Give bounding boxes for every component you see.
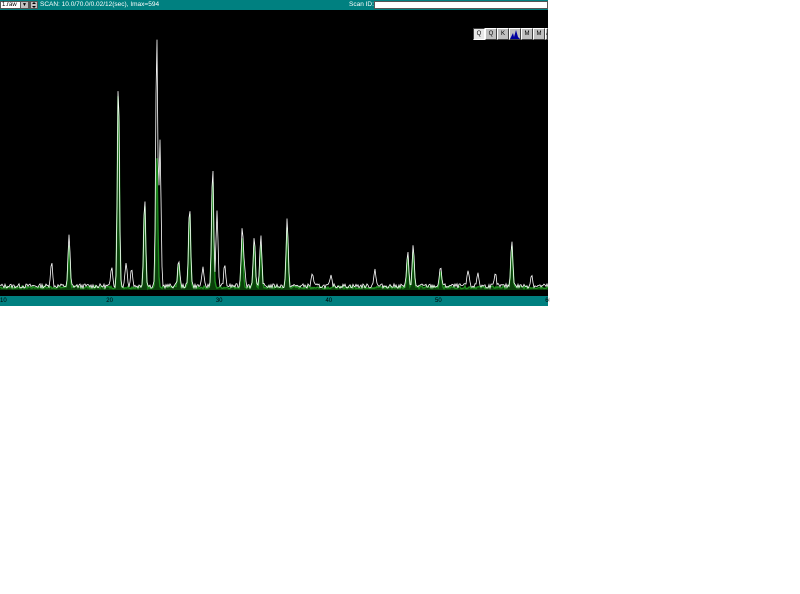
peak-point-0 <box>51 260 53 262</box>
peak-point-24 <box>412 245 414 247</box>
overlay-tool[interactable]: M <box>521 28 533 40</box>
peak-point-3 <box>117 75 119 77</box>
x-axis-bar: 10 20 30 40 50 60 <box>0 296 549 306</box>
spin-up-icon[interactable] <box>32 2 36 4</box>
more-icon: A <box>546 31 547 37</box>
peak-point-18 <box>260 236 262 238</box>
chevron-down-icon: ▼ <box>22 2 27 8</box>
peak-fill-tool[interactable] <box>509 28 521 40</box>
peak-point-22 <box>374 267 376 269</box>
peak-point-4 <box>125 260 127 262</box>
file-dropdown-button[interactable]: ▼ <box>20 1 29 9</box>
peak-point-27 <box>477 272 479 274</box>
peak-point-25 <box>440 265 442 267</box>
peak-point-1 <box>68 234 70 236</box>
zoom-tool[interactable]: Q <box>485 28 497 40</box>
scan-id-label: Scan ID: <box>349 1 374 8</box>
peak-point-21 <box>330 276 332 278</box>
stack-icon: M <box>536 31 542 37</box>
x-tick-label: 50 <box>435 298 442 304</box>
peak-point-23 <box>407 251 409 253</box>
peak-point-10 <box>189 202 191 204</box>
x-tick-label: 30 <box>215 298 223 304</box>
file-spinner[interactable] <box>30 1 38 9</box>
peak-point-30 <box>531 274 533 276</box>
peak-point-8 <box>159 142 161 144</box>
calculated-pattern-fill <box>0 96 548 290</box>
peak-point-7 <box>156 32 158 34</box>
spin-down-icon[interactable] <box>32 6 36 8</box>
peak-point-5 <box>131 267 133 269</box>
peak-point-6 <box>144 195 146 197</box>
scan-id-input[interactable] <box>374 1 548 9</box>
x-tick-label: 60 <box>545 298 549 304</box>
peak-point-13 <box>216 211 218 213</box>
peak-point-17 <box>253 234 255 236</box>
peak-point-28 <box>494 274 496 276</box>
peak-point-20 <box>311 272 313 274</box>
x-tick-label: 10 <box>0 298 7 304</box>
x-tick-label: 20 <box>106 298 113 304</box>
peak-point-19 <box>286 218 288 220</box>
magnifier-icon: Q <box>488 31 494 37</box>
peak-point-12 <box>212 162 214 164</box>
cursor-zoom-icon: Q <box>476 31 482 37</box>
peak-point-14 <box>224 265 226 267</box>
file-select-value: 1.raw <box>2 2 17 8</box>
plot-toolbar: Q Q K M M A <box>473 28 548 40</box>
overlay-icon: M <box>524 31 530 37</box>
peak-point-29 <box>511 238 513 240</box>
diffraction-plot[interactable] <box>0 10 549 296</box>
peak-marker-icon: K <box>500 31 505 37</box>
scan-parameters: SCAN: 10.0/70.0/0.02/12(sec), Imax=594 <box>40 1 160 8</box>
calculated-pattern-line <box>0 96 549 291</box>
more-tool[interactable]: A <box>545 28 548 40</box>
xrd-viewer-window: 1.raw ▼ SCAN: 10.0/70.0/0.02/12(sec), Im… <box>0 0 549 306</box>
peak-point-26 <box>467 269 469 271</box>
peak-point-11 <box>202 267 204 269</box>
peak-point-2 <box>111 267 113 269</box>
x-tick-label: 40 <box>325 298 333 304</box>
peak-point-9 <box>178 258 180 260</box>
diffraction-chart[interactable] <box>0 10 549 296</box>
measured-pattern-line <box>0 39 549 290</box>
peak-icon <box>510 30 520 39</box>
stack-tool[interactable]: M <box>533 28 545 40</box>
scan-header-bar: 1.raw ▼ SCAN: 10.0/70.0/0.02/12(sec), Im… <box>0 0 548 10</box>
peak-point-16 <box>243 265 245 267</box>
peak-label-tool[interactable]: K <box>497 28 509 40</box>
pointer-zoom-tool[interactable]: Q <box>473 28 485 40</box>
peak-point-15 <box>241 227 243 229</box>
